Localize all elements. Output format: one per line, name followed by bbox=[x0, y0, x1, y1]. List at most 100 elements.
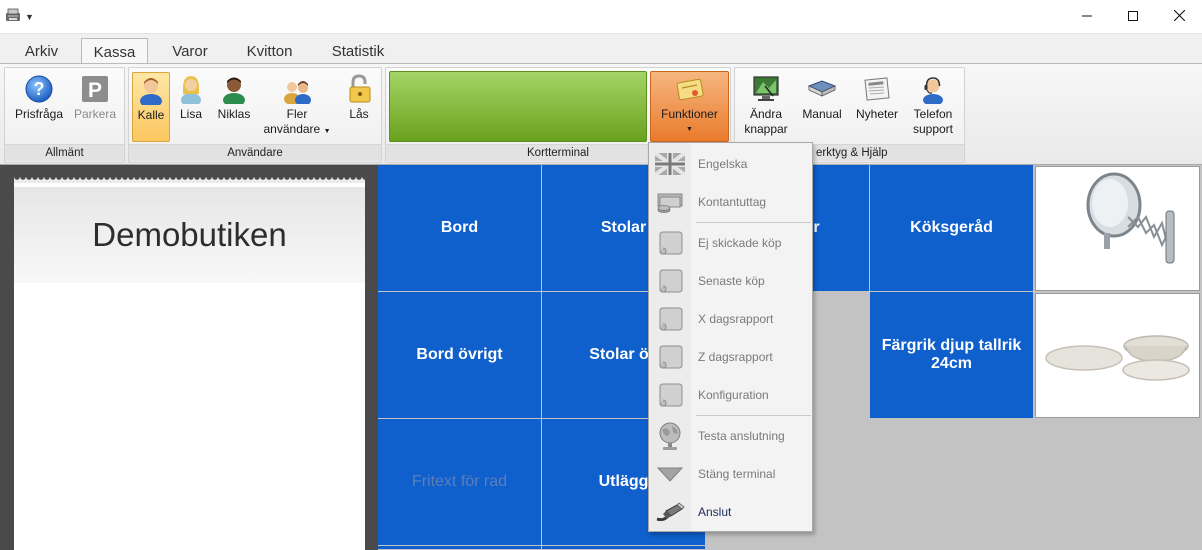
las-button[interactable]: Lås bbox=[339, 72, 379, 142]
fler-anvandare-button[interactable]: Fler användare ▼ bbox=[262, 72, 332, 142]
tile-bord[interactable]: Bord bbox=[378, 165, 542, 292]
svg-text:P: P bbox=[88, 79, 102, 102]
tab-kvitton[interactable]: Kvitton bbox=[232, 38, 307, 65]
menu-item-x-dagsrapport[interactable]: X dagsrapport bbox=[649, 300, 812, 338]
tile-label: Bord övrigt bbox=[416, 346, 503, 363]
parkera-button[interactable]: P Parkera bbox=[69, 72, 121, 142]
tile-row4-2[interactable] bbox=[542, 546, 706, 550]
nyheter-button[interactable]: Nyheter bbox=[852, 72, 902, 142]
tile-fritext[interactable]: Fritext för rad bbox=[378, 419, 542, 546]
title-bar: ▼ bbox=[0, 0, 1202, 33]
menu-label: Engelska bbox=[698, 157, 748, 171]
tab-varor[interactable]: Varor bbox=[158, 38, 222, 65]
menu-item-anslut[interactable]: Anslut bbox=[649, 493, 812, 531]
menu-label: Stäng terminal bbox=[698, 467, 776, 481]
lock-icon bbox=[344, 74, 374, 104]
menu-item-testa-anslutning[interactable]: Testa anslutning bbox=[649, 417, 812, 455]
ribbon: ? Prisfråga P Parkera Allmänt Kalle Lisa… bbox=[0, 63, 1202, 165]
menu-label: Z dagsrapport bbox=[698, 350, 773, 364]
user-niklas-button[interactable]: Niklas bbox=[212, 72, 256, 142]
tile-plates-image[interactable] bbox=[1035, 293, 1200, 418]
triangle-down-icon bbox=[655, 459, 685, 489]
globe-icon bbox=[655, 421, 685, 451]
cash-icon bbox=[655, 187, 685, 217]
menu-item-ej-skickade-kop[interactable]: Ej skickade köp bbox=[649, 224, 812, 262]
tile-label: Bord bbox=[440, 219, 479, 236]
users-icon bbox=[282, 74, 312, 104]
user-icon bbox=[176, 74, 206, 104]
menu-item-engelska[interactable]: Engelska bbox=[649, 145, 812, 183]
telefon-support-button[interactable]: Telefon support bbox=[907, 72, 959, 142]
scroll-icon bbox=[655, 228, 685, 258]
menu-label: Ej skickade köp bbox=[698, 236, 782, 250]
andra-knappar-button[interactable]: Ändra knappar bbox=[739, 72, 793, 142]
telefon-label: Telefon bbox=[913, 107, 953, 121]
prisfraga-button[interactable]: ? Prisfråga bbox=[11, 72, 67, 142]
menu-label: Kontantuttag bbox=[698, 195, 767, 209]
user-kalle-button[interactable]: Kalle bbox=[132, 72, 170, 142]
tile-koksgerad[interactable]: Köksgeråd bbox=[870, 165, 1034, 292]
headset-icon bbox=[918, 74, 948, 104]
newspaper-icon bbox=[862, 74, 892, 104]
kalle-label: Kalle bbox=[137, 108, 165, 122]
tab-statistik[interactable]: Statistik bbox=[318, 38, 398, 65]
menu-item-kontantuttag[interactable]: Kontantuttag bbox=[649, 183, 812, 221]
quick-access-dropdown-icon[interactable]: ▼ bbox=[25, 12, 34, 22]
menu-label: Senaste köp bbox=[698, 274, 765, 288]
chevron-down-icon: ▼ bbox=[686, 126, 693, 133]
menu-label: Konfiguration bbox=[698, 388, 769, 402]
book-icon bbox=[807, 74, 837, 104]
menu-item-z-dagsrapport[interactable]: Z dagsrapport bbox=[649, 338, 812, 376]
user-icon bbox=[219, 74, 249, 104]
funktioner-menu: Engelska Kontantuttag Ej skickade köp Se… bbox=[648, 142, 813, 532]
tile-row4-1[interactable] bbox=[378, 546, 542, 550]
menu-label: Anslut bbox=[698, 505, 732, 519]
tile-label: Utlägg bbox=[598, 473, 649, 490]
receipt-paper[interactable]: Demobutiken bbox=[14, 181, 365, 550]
group-label-allmant: Allmänt bbox=[5, 144, 124, 161]
receipt-panel: Demobutiken bbox=[0, 165, 378, 550]
minimize-button[interactable] bbox=[1064, 0, 1110, 31]
menu-separator bbox=[696, 415, 811, 416]
help-icon: ? bbox=[24, 74, 54, 104]
support-label: support bbox=[912, 122, 954, 136]
tile-label: Fritext för rad bbox=[411, 473, 508, 490]
parking-icon: P bbox=[80, 74, 110, 104]
monitor-icon bbox=[751, 74, 781, 104]
tab-arkiv[interactable]: Arkiv bbox=[8, 38, 75, 65]
tile-mirror-image[interactable] bbox=[1035, 166, 1200, 291]
close-button[interactable] bbox=[1156, 0, 1202, 31]
group-anvandare: Kalle Lisa Niklas Fler användare ▼ Lås A… bbox=[128, 67, 382, 163]
shop-name: Demobutiken bbox=[92, 216, 287, 253]
scroll-icon bbox=[655, 266, 685, 296]
tile-bord-ovrigt[interactable]: Bord övrigt bbox=[378, 292, 542, 419]
nyheter-label: Nyheter bbox=[855, 107, 899, 121]
plates-product-image bbox=[1045, 335, 1190, 381]
parkera-label: Parkera bbox=[73, 107, 117, 121]
menu-item-konfiguration[interactable]: Konfiguration bbox=[649, 376, 812, 414]
menu-item-stang-terminal[interactable]: Stäng terminal bbox=[649, 455, 812, 493]
group-label-anvandare: Användare bbox=[129, 144, 381, 161]
tile-fargrik-tallrik[interactable]: Färgrik djup tallrik 24cm bbox=[870, 292, 1034, 419]
tile-label: r bbox=[813, 219, 820, 236]
network-cable-icon bbox=[655, 497, 685, 527]
tile-label: Köksgeråd bbox=[910, 219, 993, 236]
manual-button[interactable]: Manual bbox=[799, 72, 845, 142]
manual-label: Manual bbox=[802, 107, 842, 121]
scroll-icon bbox=[655, 380, 685, 410]
menu-separator bbox=[696, 222, 811, 223]
tile-label: Färgrik djup tallrik 24cm bbox=[881, 337, 1022, 372]
tab-kassa[interactable]: Kassa bbox=[81, 38, 148, 66]
terminal-display[interactable] bbox=[389, 71, 647, 142]
funktioner-button[interactable]: Funktioner ▼ bbox=[650, 71, 729, 142]
user-lisa-button[interactable]: Lisa bbox=[173, 72, 209, 142]
las-label: Lås bbox=[349, 107, 369, 121]
menu-label: Testa anslutning bbox=[698, 429, 785, 443]
svg-text:?: ? bbox=[34, 79, 45, 99]
fler-label: Fler bbox=[286, 107, 308, 121]
maximize-button[interactable] bbox=[1110, 0, 1156, 31]
menu-item-senaste-kop[interactable]: Senaste köp bbox=[649, 262, 812, 300]
lisa-label: Lisa bbox=[179, 107, 202, 121]
app-icon[interactable] bbox=[5, 8, 21, 22]
scroll-icon bbox=[655, 342, 685, 372]
